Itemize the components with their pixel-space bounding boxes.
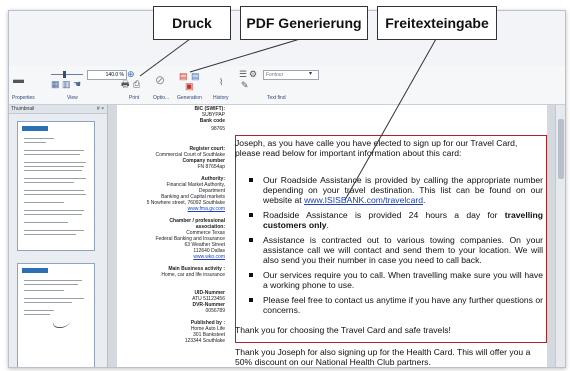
callout-pdf-generation: PDF Generierung <box>240 6 368 40</box>
callout-print: Druck <box>153 6 231 40</box>
callout-leader-lines <box>139 38 437 201</box>
callout-free-text-input: Freitexteingabe <box>377 6 497 40</box>
